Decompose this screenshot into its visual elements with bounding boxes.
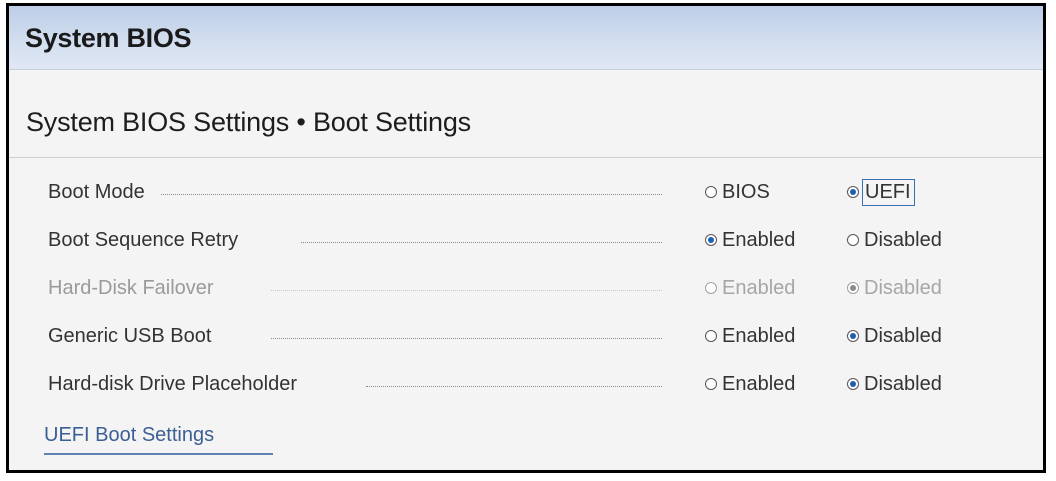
hard-disk-failover-enabled-radio: Enabled — [705, 275, 795, 301]
option-label-bios: BIOS — [722, 180, 770, 203]
option-label-disabled: Disabled — [864, 372, 942, 395]
option-label-uefi: UEFI — [862, 178, 915, 206]
radio-checked-icon[interactable] — [847, 378, 859, 390]
option-label-enabled: Enabled — [722, 228, 796, 251]
setting-row-boot-mode: Boot Mode BIOS UEFI — [9, 175, 1043, 209]
dot-leader — [271, 338, 662, 339]
dot-leader — [366, 386, 662, 387]
setting-label-boot-mode: Boot Mode — [48, 181, 145, 203]
generic-usb-boot-disabled-radio[interactable]: Disabled — [847, 323, 942, 349]
radio-checked-icon — [847, 282, 859, 294]
radio-unchecked-icon[interactable] — [847, 234, 859, 246]
page-title: System BIOS Settings • Boot Settings — [26, 107, 471, 137]
radio-unchecked-icon[interactable] — [705, 330, 717, 342]
radio-checked-icon[interactable] — [847, 330, 859, 342]
radio-unchecked-icon[interactable] — [705, 186, 717, 198]
radio-checked-icon[interactable] — [847, 186, 859, 198]
setting-row-hard-disk-failover: Hard-Disk Failover Enabled Disabled — [9, 271, 1043, 305]
option-label-enabled: Enabled — [722, 372, 796, 395]
dot-leader — [301, 242, 662, 243]
dot-leader — [161, 194, 662, 195]
boot-sequence-retry-enabled-radio[interactable]: Enabled — [705, 227, 795, 253]
link-underline — [44, 453, 273, 455]
setting-row-hard-disk-drive-placeholder: Hard-disk Drive Placeholder Enabled Disa… — [9, 367, 1043, 401]
radio-checked-icon[interactable] — [705, 234, 717, 246]
boot-sequence-retry-disabled-radio[interactable]: Disabled — [847, 227, 942, 253]
option-label-disabled: Disabled — [864, 276, 942, 299]
setting-row-boot-sequence-retry: Boot Sequence Retry Enabled Disabled — [9, 223, 1043, 257]
setting-row-generic-usb-boot: Generic USB Boot Enabled Disabled — [9, 319, 1043, 353]
uefi-boot-settings-link[interactable]: UEFI Boot Settings — [44, 424, 214, 447]
option-label-enabled: Enabled — [722, 324, 796, 347]
radio-unchecked-icon — [705, 282, 717, 294]
option-label-disabled: Disabled — [864, 324, 942, 347]
dot-leader — [271, 290, 662, 291]
boot-mode-bios-radio[interactable]: BIOS — [705, 179, 770, 205]
hard-disk-failover-disabled-radio: Disabled — [847, 275, 942, 301]
setting-label-hard-disk-failover: Hard-Disk Failover — [48, 277, 214, 299]
setting-label-hard-disk-drive-placeholder: Hard-disk Drive Placeholder — [48, 373, 297, 395]
bios-window: System BIOS System BIOS Settings • Boot … — [6, 3, 1046, 473]
radio-unchecked-icon[interactable] — [705, 378, 717, 390]
generic-usb-boot-enabled-radio[interactable]: Enabled — [705, 323, 795, 349]
hard-disk-drive-placeholder-enabled-radio[interactable]: Enabled — [705, 371, 795, 397]
option-label-enabled: Enabled — [722, 276, 796, 299]
title-divider — [9, 157, 1043, 158]
setting-label-boot-sequence-retry: Boot Sequence Retry — [48, 229, 239, 251]
app-title: System BIOS — [25, 23, 192, 53]
boot-mode-uefi-radio[interactable]: UEFI — [847, 178, 915, 206]
setting-label-generic-usb-boot: Generic USB Boot — [48, 325, 212, 347]
header-bar: System BIOS — [9, 6, 1043, 70]
hard-disk-drive-placeholder-disabled-radio[interactable]: Disabled — [847, 371, 942, 397]
option-label-disabled: Disabled — [864, 228, 942, 251]
